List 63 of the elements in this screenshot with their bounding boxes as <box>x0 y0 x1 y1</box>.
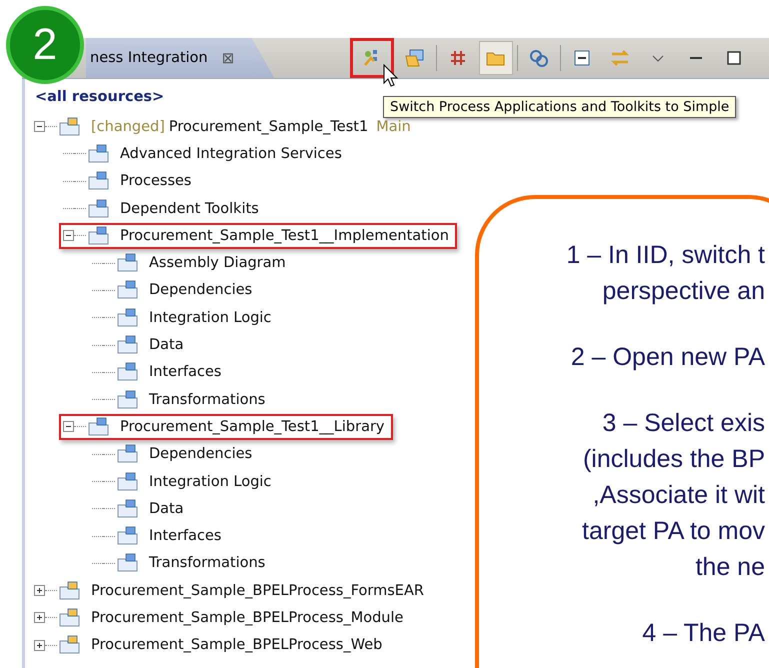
callout-step: 3 – Select exis (includes the BP ,Associate it wit target PA to mov the ne <box>479 405 765 585</box>
view-tab[interactable]: ness Integration ⊠ <box>86 38 274 78</box>
folder-icon <box>88 416 110 437</box>
dropdown-icon <box>652 54 664 62</box>
collapse-icon[interactable] <box>63 230 74 242</box>
tree-item[interactable]: Processes <box>120 173 192 190</box>
folder-icon <box>117 280 139 300</box>
folder-icon <box>88 226 110 246</box>
folder-icon <box>88 198 110 219</box>
folder-icon <box>117 498 139 519</box>
collapse-icon[interactable] <box>63 421 74 432</box>
expand-icon[interactable] <box>34 640 45 651</box>
tree-item[interactable]: Dependencies <box>149 446 252 462</box>
tree-item[interactable]: Procurement_Sample_BPELProcess_Module <box>91 610 404 626</box>
callout-step: 2 – Open new PA <box>479 339 765 375</box>
folder-icon <box>59 635 81 656</box>
tree-item[interactable]: Integration Logic <box>149 310 272 326</box>
tab-title: ness Integration <box>90 50 208 66</box>
folder-icon <box>117 444 139 464</box>
collapse-icon[interactable] <box>34 121 45 132</box>
tree-item[interactable]: Assembly Diagram <box>149 255 286 272</box>
folder-icon <box>117 308 139 328</box>
link-icon <box>528 47 550 69</box>
callout-step: 1 – In IID, switch t perspective an <box>479 237 765 309</box>
callout-step: 4 – The PA <box>479 615 765 651</box>
folder-icon <box>117 472 139 492</box>
tree-item[interactable]: Advanced Integration Services <box>120 146 342 162</box>
tree-item[interactable]: Integration Logic <box>149 474 272 490</box>
tree-item[interactable]: Procurement_Sample_Test1__Library <box>120 418 384 435</box>
tree-item[interactable]: Procurement_Sample_Test1 <box>168 118 368 135</box>
folder-icon <box>59 580 81 601</box>
open-window-icon <box>404 47 426 69</box>
folder-icon <box>88 171 110 192</box>
tree-item[interactable]: Procurement_Sample_BPELProcess_FormsEAR <box>91 582 424 599</box>
pointer-icon <box>383 64 399 88</box>
tree-item[interactable]: Interfaces <box>149 364 222 380</box>
step-badge: 2 <box>6 6 84 84</box>
tree-item[interactable]: Transformations <box>149 392 266 408</box>
folder-icon <box>117 390 139 410</box>
folder-icon <box>117 253 139 274</box>
tooltip: Switch Process Applications and Toolkits to Simple <box>383 96 736 118</box>
tree-item[interactable]: Data <box>149 500 184 517</box>
expand-icon[interactable] <box>34 585 45 596</box>
minimize-icon <box>689 57 704 59</box>
folder-icon <box>59 116 81 137</box>
tree-item[interactable]: Dependent Toolkits <box>120 200 259 217</box>
expand-icon[interactable] <box>34 612 45 624</box>
tree-item[interactable]: Interfaces <box>149 528 222 544</box>
folder-icon <box>117 362 139 382</box>
branch-name: Main <box>376 118 411 135</box>
folder-icon <box>88 144 110 164</box>
tree-item[interactable]: Dependencies <box>149 282 252 298</box>
folder-icon <box>117 526 139 546</box>
tree-item[interactable]: Transformations <box>149 555 266 572</box>
tree-item[interactable]: Data <box>149 337 184 354</box>
folder-icon <box>117 335 139 356</box>
tree-item[interactable]: Procurement_Sample_BPELProcess_Web <box>91 637 382 654</box>
folder-icon <box>117 553 139 574</box>
change-tag: [changed] <box>91 118 165 135</box>
tree-item[interactable]: Procurement_Sample_Test1__Implementation <box>120 228 449 244</box>
maximize-icon <box>727 51 742 65</box>
folder-icon <box>59 608 81 628</box>
close-icon[interactable]: ⊠ <box>222 49 234 67</box>
